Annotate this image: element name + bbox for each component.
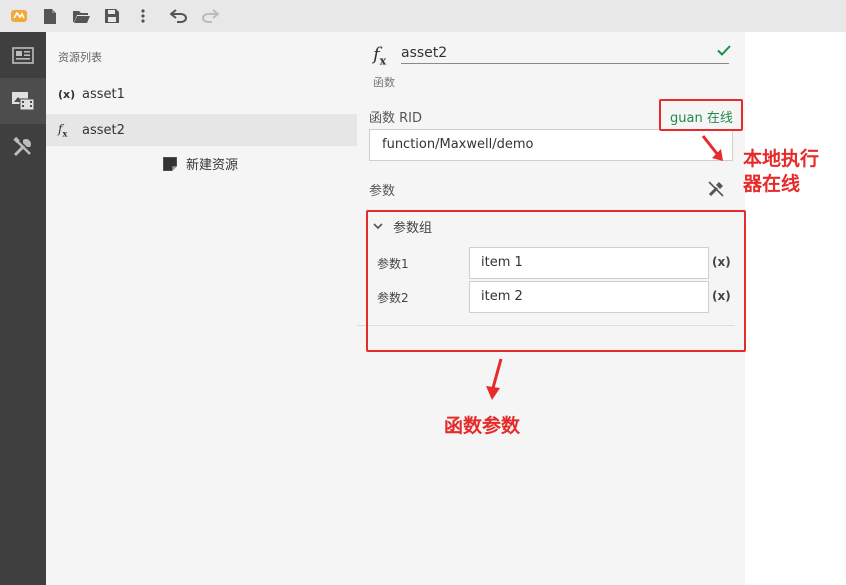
more-vertical-icon [141,9,145,23]
list-item[interactable]: fx asset2 [46,114,357,146]
more-button[interactable] [132,5,154,27]
annotation-arrow-icon [486,358,503,400]
executor-annotation-line: 本地执行 [743,148,820,170]
save-icon [105,9,119,23]
executor-annotation-line: 器在线 [743,173,801,195]
redo-icon [202,9,219,23]
rid-label: 函数 RID [369,111,423,126]
name-input[interactable]: asset2 [401,42,729,64]
save-button[interactable] [101,5,123,27]
app-window: 资源列表 (x) asset1 fx asset2 新建资源 fx asset2… [0,0,846,585]
logo-icon[interactable] [8,5,30,27]
rid-input[interactable]: function/Maxwell/demo [369,129,733,161]
file-icon [44,8,56,24]
params-highlight [366,210,746,352]
rail-item-tools[interactable] [0,124,46,170]
tools-icon [13,136,32,157]
online-status-highlight [659,99,743,131]
rail-item-news[interactable] [0,32,46,78]
annotation-arrow-icon [701,135,723,161]
undo-button[interactable] [168,5,190,27]
new-page-icon [163,156,177,171]
rail-item-media[interactable] [0,78,46,124]
params-annotation: 函数参数 [444,415,521,437]
undo-icon [170,9,187,23]
params-label: 参数 [369,184,396,199]
resource-list-header: 资源列表 [58,51,102,64]
news-icon [12,46,34,64]
sidebar-rail [0,32,46,585]
variable-icon: (x) [58,87,76,101]
open-folder-button[interactable] [70,5,92,27]
top-toolbar [0,0,846,32]
list-item-label: asset2 [82,122,125,138]
new-resource-button[interactable]: 新建资源 [162,154,238,173]
folder-open-icon [72,10,90,23]
list-item-label: asset1 [82,86,125,102]
executor-annotation: 本地执行 器在线 [743,147,819,197]
new-resource-label: 新建资源 [186,158,239,173]
list-item[interactable]: (x) asset1 [46,78,357,110]
function-icon: fx [58,121,68,139]
redo-button[interactable] [199,5,221,27]
type-label: 函数 [373,76,395,89]
resource-list-panel: 资源列表 (x) asset1 fx asset2 新建资源 [46,32,357,585]
function-icon: fx [373,44,387,68]
media-icon [12,92,35,111]
clear-params-icon[interactable] [707,180,725,198]
check-icon [717,45,731,56]
new-file-button[interactable] [39,5,61,27]
